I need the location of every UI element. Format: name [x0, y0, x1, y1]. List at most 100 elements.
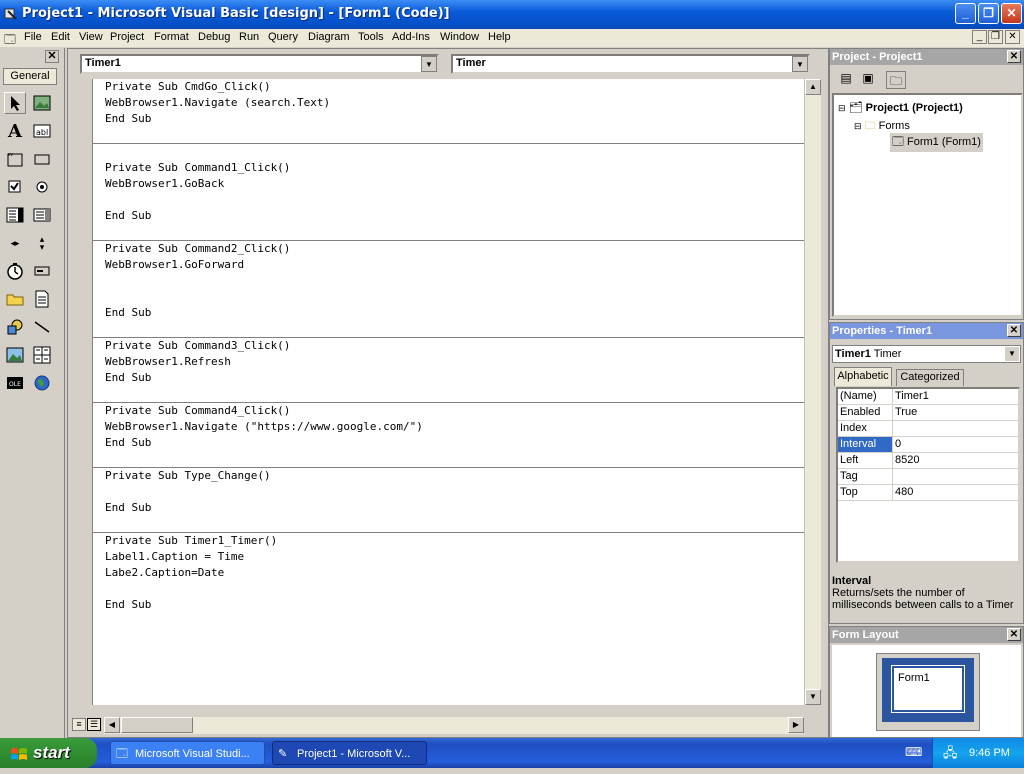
menu-edit[interactable]: Edit — [51, 31, 70, 43]
procedure-block[interactable]: Private Sub Command1_Click() WebBrowser1.… — [93, 144, 804, 241]
code-line[interactable] — [93, 451, 804, 467]
code-line[interactable] — [93, 581, 804, 597]
collapse-icon[interactable]: ⊟ — [854, 121, 862, 131]
menu-run[interactable]: Run — [239, 31, 259, 43]
close-button[interactable]: ✕ — [1001, 3, 1022, 24]
shape-tool-icon[interactable] — [4, 316, 26, 338]
code-line[interactable]: End Sub — [93, 208, 804, 224]
mdi-restore-button[interactable]: ❐ — [988, 30, 1003, 44]
pointer-tool-icon[interactable] — [4, 92, 26, 114]
menu-diagram[interactable]: Diagram — [308, 31, 350, 43]
code-line[interactable] — [93, 321, 804, 337]
ole-tool-icon[interactable]: OLE — [4, 372, 26, 394]
property-row[interactable]: Enabled True — [838, 405, 1018, 421]
network-icon[interactable]: 🖧 — [943, 738, 958, 768]
menu-addins[interactable]: Add-Ins — [392, 31, 430, 43]
property-value[interactable]: 480 — [893, 485, 1018, 500]
clock[interactable]: 9:46 PM — [969, 738, 1010, 768]
code-line[interactable] — [93, 516, 804, 532]
start-button[interactable]: start — [0, 738, 97, 768]
procedure-block[interactable]: Private Sub Command3_Click() WebBrowser1.… — [93, 338, 804, 403]
procedure-block[interactable]: Private Sub Command2_Click() WebBrowser1.… — [93, 241, 804, 338]
code-editor[interactable]: Private Sub CmdGo_Click() WebBrowser1.Nav… — [92, 79, 804, 705]
listbox-tool-icon[interactable] — [31, 204, 53, 226]
property-value[interactable]: 0 — [893, 437, 1018, 452]
project-explorer-close-button[interactable]: ✕ — [1007, 50, 1021, 63]
code-line[interactable]: Private Sub CmdGo_Click() — [93, 79, 804, 95]
code-line[interactable] — [93, 144, 804, 160]
horizontal-scroll-thumb[interactable] — [121, 717, 193, 733]
scroll-left-icon[interactable]: ◀ — [104, 717, 120, 733]
code-line[interactable]: End Sub — [93, 500, 804, 516]
property-value[interactable] — [893, 469, 1018, 484]
properties-titlebar[interactable]: Properties - Timer1 ✕ — [830, 323, 1023, 339]
procedure-combo-dropdown-icon[interactable]: ▼ — [792, 56, 808, 72]
mdi-minimize-button[interactable]: _ — [972, 30, 987, 44]
image-tool-icon[interactable] — [4, 344, 26, 366]
code-line[interactable]: WebBrowser1.Navigate ("https://www.googl… — [93, 419, 804, 435]
code-line[interactable] — [93, 192, 804, 208]
horizontal-scrollbar[interactable]: ◀ ▶ — [104, 717, 804, 734]
scroll-up-icon[interactable]: ▲ — [805, 79, 821, 95]
property-row[interactable]: Tag — [838, 469, 1018, 485]
full-module-view-button[interactable]: ☰ — [87, 718, 101, 731]
menu-format[interactable]: Format — [154, 31, 189, 43]
menu-window[interactable]: Window — [440, 31, 479, 43]
title-bar[interactable]: Project1 - Microsoft Visual Basic [desig… — [0, 0, 1024, 29]
procedure-combo[interactable]: Timer ▼ — [451, 54, 810, 74]
property-value[interactable]: Timer1 — [893, 389, 1018, 404]
timer-tool-icon[interactable] — [4, 260, 26, 282]
restore-button[interactable]: ❐ — [978, 3, 999, 24]
menu-project[interactable]: Project — [110, 31, 144, 43]
picturebox-tool-icon[interactable] — [31, 92, 53, 114]
property-value[interactable]: True — [893, 405, 1018, 420]
code-line[interactable] — [93, 484, 804, 500]
code-line[interactable] — [93, 289, 804, 305]
checkbox-tool-icon[interactable] — [4, 176, 26, 198]
taskbar-item-visual-studio[interactable]: 🗔 Microsoft Visual Studi... — [110, 741, 265, 765]
tab-alphabetic[interactable]: Alphabetic — [834, 367, 892, 386]
object-selector[interactable]: Timer1 Timer ▼ — [832, 345, 1021, 363]
property-row[interactable]: (Name) Timer1 — [838, 389, 1018, 405]
menu-query[interactable]: Query — [268, 31, 298, 43]
scroll-down-icon[interactable]: ▼ — [805, 689, 821, 705]
property-row[interactable]: Left 8520 — [838, 453, 1018, 469]
menu-tools[interactable]: Tools — [358, 31, 384, 43]
minimize-button[interactable]: _ — [955, 3, 976, 24]
menu-debug[interactable]: Debug — [198, 31, 230, 43]
code-line[interactable]: Private Sub Timer1_Timer() — [93, 533, 804, 549]
commandbutton-tool-icon[interactable] — [31, 148, 53, 170]
menu-help[interactable]: Help — [488, 31, 511, 43]
hscrollbar-tool-icon[interactable]: ◂▸ — [4, 232, 26, 254]
code-line[interactable]: Private Sub Command2_Click() — [93, 241, 804, 257]
optionbutton-tool-icon[interactable] — [31, 176, 53, 198]
toolbox-tab-general[interactable]: General — [3, 68, 57, 85]
code-line[interactable] — [93, 127, 804, 143]
code-line[interactable]: Private Sub Command3_Click() — [93, 338, 804, 354]
vscrollbar-tool-icon[interactable]: ▴ ▾ — [31, 232, 53, 254]
properties-close-button[interactable]: ✕ — [1007, 324, 1021, 337]
code-line[interactable]: Private Sub Command4_Click() — [93, 403, 804, 419]
combobox-tool-icon[interactable] — [4, 204, 26, 226]
drivelistbox-tool-icon[interactable] — [31, 260, 53, 282]
scroll-right-icon[interactable]: ▶ — [788, 717, 804, 733]
collapse-icon[interactable]: ⊟ — [838, 103, 846, 113]
object-combo[interactable]: Timer1 ▼ — [80, 54, 439, 74]
view-code-button[interactable]: ▤ — [836, 71, 856, 89]
procedure-view-button[interactable]: ≡ — [72, 718, 86, 731]
vertical-scrollbar[interactable]: ▲ ▼ — [804, 79, 821, 705]
code-line[interactable]: WebBrowser1.Navigate (search.Text) — [93, 95, 804, 111]
textbox-tool-icon[interactable]: abl — [31, 120, 53, 142]
webbrowser-tool-icon[interactable] — [31, 372, 53, 394]
property-row-selected[interactable]: Interval 0 — [838, 437, 1018, 453]
form-layout-close-button[interactable]: ✕ — [1007, 628, 1021, 641]
menu-view[interactable]: View — [79, 31, 103, 43]
procedure-block[interactable]: Private Sub Timer1_Timer() Label1.Caption… — [93, 533, 804, 613]
object-selector-dropdown-icon[interactable]: ▼ — [1005, 347, 1019, 361]
procedure-block[interactable]: Private Sub Type_Change() End Sub — [93, 468, 804, 533]
data-tool-icon[interactable] — [31, 344, 53, 366]
code-line[interactable]: WebBrowser1.GoForward — [93, 257, 804, 273]
code-line[interactable] — [93, 386, 804, 402]
tab-categorized[interactable]: Categorized — [896, 369, 964, 386]
procedure-block[interactable]: Private Sub Command4_Click() WebBrowser1.… — [93, 403, 804, 468]
